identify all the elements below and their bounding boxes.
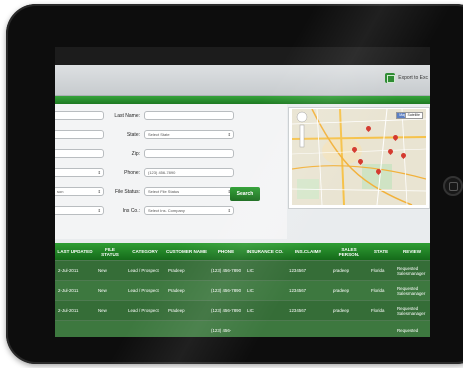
cell: Lead / Prospect <box>125 280 165 301</box>
col-header-last-updated[interactable]: LAST UPDATED <box>55 243 95 261</box>
cell <box>368 320 394 337</box>
cell <box>165 320 208 337</box>
cell: (123) 456-7890 <box>208 260 244 281</box>
cell: Pradeep <box>165 260 208 281</box>
excel-icon <box>385 73 396 83</box>
cell: Requested Salesmanager <box>394 280 430 301</box>
col-header-phone[interactable]: PHONE <box>208 243 244 261</box>
left-select-3[interactable] <box>55 206 104 215</box>
col-header-review[interactable]: REVIEW <box>394 243 430 261</box>
cell: pradeep <box>330 280 368 301</box>
cell: Lead / Prospect <box>125 300 165 321</box>
col-header-file-status[interactable]: FILE STATUS <box>95 243 125 261</box>
file-status-label: File Status: <box>114 189 140 195</box>
cell: Pradeep <box>165 280 208 301</box>
phone-label: Phone: <box>124 170 140 176</box>
zip-input[interactable] <box>144 149 234 158</box>
map-graphic <box>292 109 426 205</box>
cell: 2-Jul-2011 <box>55 300 95 321</box>
top-bar <box>55 47 430 65</box>
map-type-satellite-button[interactable]: Satellite <box>404 112 423 119</box>
map-view[interactable]: Map Satellite <box>292 109 426 205</box>
table-row[interactable]: 2-Jul-2011 New Lead / Prospect Pradeep (… <box>55 300 430 321</box>
cell: 1234567 <box>286 280 330 301</box>
cell: (123) 456-7890 <box>208 300 244 321</box>
home-button[interactable] <box>443 176 463 196</box>
results-table: LAST UPDATED FILE STATUS CATEGORY CUSTOM… <box>55 243 430 337</box>
col-header-state[interactable]: STATE <box>368 243 394 261</box>
table-header-row: LAST UPDATED FILE STATUS CATEGORY CUSTOM… <box>55 243 430 261</box>
state-select[interactable]: Select State <box>144 130 234 139</box>
cell: Requested Salesmanager <box>394 300 430 321</box>
cell: Pradeep <box>165 300 208 321</box>
table-row[interactable]: 2-Jul-2011 New Lead / Prospect Pradeep (… <box>55 260 430 281</box>
ins-co-label: Ins Co.: <box>122 208 140 214</box>
left-select-2-value: son <box>57 189 64 194</box>
ins-co-select[interactable]: Select Ins. Company <box>144 206 234 215</box>
export-label: Export to Exc <box>398 75 428 81</box>
green-header-bar <box>55 96 430 104</box>
app-screen: Export to Exc son Last Name: State: Sele… <box>55 47 430 337</box>
cell <box>95 320 125 337</box>
cell: (123) 456- <box>208 320 244 337</box>
search-button[interactable]: Search <box>230 187 260 201</box>
col-header-sales-person[interactable]: SALES PERSON. <box>330 243 368 261</box>
cell: LIC <box>244 300 286 321</box>
col-header-category[interactable]: CATEGORY <box>125 243 165 261</box>
left-select-2[interactable]: son <box>55 187 104 196</box>
col-header-customer-name[interactable]: CUSTOMER NAME <box>165 243 208 261</box>
table-row[interactable]: 2-Jul-2011 New Lead / Prospect Pradeep (… <box>55 280 430 301</box>
left-select-1[interactable] <box>55 168 104 177</box>
zip-label: Zip: <box>131 151 140 157</box>
file-status-select[interactable]: Select File Status <box>144 187 234 196</box>
table-row[interactable]: (123) 456- Requested <box>55 320 430 337</box>
left-input-2[interactable] <box>55 130 104 139</box>
cell: Requested Salesmanager <box>394 260 430 281</box>
export-to-excel-button[interactable]: Export to Exc <box>385 73 428 83</box>
cell: LIC <box>244 280 286 301</box>
toolbar: Export to Exc <box>55 65 430 96</box>
cell: Lead / Prospect <box>125 260 165 281</box>
state-select-value: Select State <box>148 132 170 137</box>
col-header-ins-claim[interactable]: INS.CLAIM# <box>286 243 330 261</box>
cell: Florida <box>368 260 394 281</box>
cell: Requested <box>394 320 430 337</box>
cell: 2-Jul-2011 <box>55 280 95 301</box>
cell <box>330 320 368 337</box>
cell: (123) 456-7890 <box>208 280 244 301</box>
ins-co-select-value: Select Ins. Company <box>148 208 185 213</box>
cell <box>55 320 95 337</box>
cell: 1234567 <box>286 260 330 281</box>
phone-input[interactable]: (123) 456-7890 <box>144 168 234 177</box>
left-input-1[interactable] <box>55 111 104 120</box>
cell: LIC <box>244 260 286 281</box>
cell: New <box>95 280 125 301</box>
cell: Florida <box>368 300 394 321</box>
last-name-input[interactable] <box>144 111 234 120</box>
cell: New <box>95 300 125 321</box>
cell: New <box>95 260 125 281</box>
search-form: son Last Name: State: Select State Zip: … <box>55 104 287 239</box>
cell <box>286 320 330 337</box>
file-status-select-value: Select File Status <box>148 189 180 194</box>
state-label: State: <box>126 132 140 138</box>
col-header-insurance-co[interactable]: INSURANCE CO. <box>244 243 286 261</box>
cell: pradeep <box>330 260 368 281</box>
cell <box>125 320 165 337</box>
cell: 2-Jul-2011 <box>55 260 95 281</box>
cell: 1234567 <box>286 300 330 321</box>
cell <box>244 320 286 337</box>
cell: pradeep <box>330 300 368 321</box>
left-input-3[interactable] <box>55 149 104 158</box>
cell: Florida <box>368 280 394 301</box>
last-name-label: Last Name: <box>114 113 140 119</box>
phone-input-value: (123) 456-7890 <box>148 170 176 175</box>
